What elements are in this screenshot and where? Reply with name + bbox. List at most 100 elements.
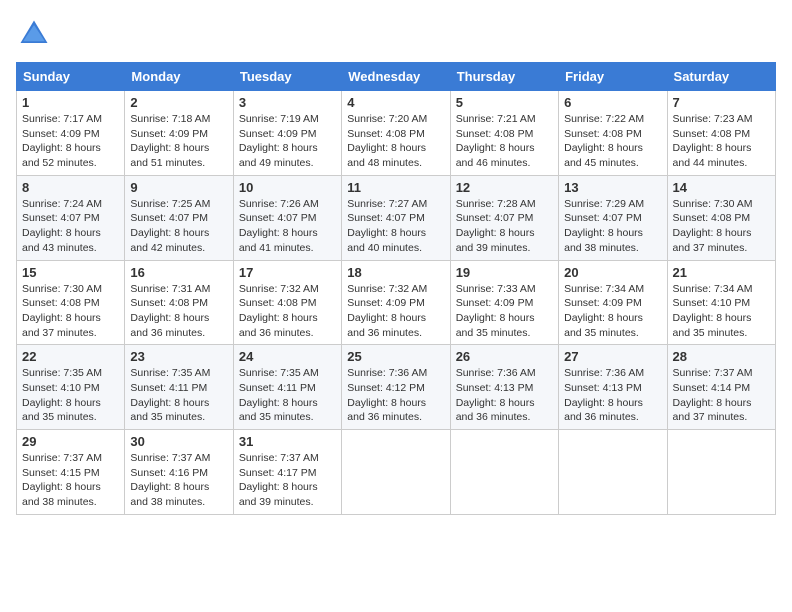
weekday-saturday: Saturday: [667, 63, 775, 91]
calendar-cell: 13 Sunrise: 7:29 AM Sunset: 4:07 PM Dayl…: [559, 175, 667, 260]
calendar-week-3: 15 Sunrise: 7:30 AM Sunset: 4:08 PM Dayl…: [17, 260, 776, 345]
day-number: 12: [456, 180, 553, 195]
calendar-cell: [342, 430, 450, 515]
calendar-week-4: 22 Sunrise: 7:35 AM Sunset: 4:10 PM Dayl…: [17, 345, 776, 430]
calendar-cell: 9 Sunrise: 7:25 AM Sunset: 4:07 PM Dayli…: [125, 175, 233, 260]
day-info: Sunrise: 7:17 AM Sunset: 4:09 PM Dayligh…: [22, 112, 119, 171]
day-number: 7: [673, 95, 770, 110]
day-info: Sunrise: 7:26 AM Sunset: 4:07 PM Dayligh…: [239, 197, 336, 256]
calendar-cell: 26 Sunrise: 7:36 AM Sunset: 4:13 PM Dayl…: [450, 345, 558, 430]
day-number: 11: [347, 180, 444, 195]
calendar-cell: 30 Sunrise: 7:37 AM Sunset: 4:16 PM Dayl…: [125, 430, 233, 515]
day-info: Sunrise: 7:35 AM Sunset: 4:11 PM Dayligh…: [130, 366, 227, 425]
day-number: 9: [130, 180, 227, 195]
calendar-cell: 14 Sunrise: 7:30 AM Sunset: 4:08 PM Dayl…: [667, 175, 775, 260]
day-number: 4: [347, 95, 444, 110]
day-info: Sunrise: 7:19 AM Sunset: 4:09 PM Dayligh…: [239, 112, 336, 171]
calendar-cell: 24 Sunrise: 7:35 AM Sunset: 4:11 PM Dayl…: [233, 345, 341, 430]
page-header: [16, 16, 776, 52]
calendar-cell: 5 Sunrise: 7:21 AM Sunset: 4:08 PM Dayli…: [450, 91, 558, 176]
calendar-cell: [667, 430, 775, 515]
day-info: Sunrise: 7:27 AM Sunset: 4:07 PM Dayligh…: [347, 197, 444, 256]
logo: [16, 16, 56, 52]
day-info: Sunrise: 7:18 AM Sunset: 4:09 PM Dayligh…: [130, 112, 227, 171]
day-number: 24: [239, 349, 336, 364]
calendar-cell: 21 Sunrise: 7:34 AM Sunset: 4:10 PM Dayl…: [667, 260, 775, 345]
day-number: 10: [239, 180, 336, 195]
day-number: 28: [673, 349, 770, 364]
day-info: Sunrise: 7:37 AM Sunset: 4:14 PM Dayligh…: [673, 366, 770, 425]
calendar-cell: 11 Sunrise: 7:27 AM Sunset: 4:07 PM Dayl…: [342, 175, 450, 260]
day-number: 23: [130, 349, 227, 364]
weekday-monday: Monday: [125, 63, 233, 91]
day-number: 17: [239, 265, 336, 280]
day-number: 5: [456, 95, 553, 110]
day-info: Sunrise: 7:36 AM Sunset: 4:13 PM Dayligh…: [456, 366, 553, 425]
day-number: 30: [130, 434, 227, 449]
day-number: 1: [22, 95, 119, 110]
day-info: Sunrise: 7:29 AM Sunset: 4:07 PM Dayligh…: [564, 197, 661, 256]
weekday-tuesday: Tuesday: [233, 63, 341, 91]
calendar-table: SundayMondayTuesdayWednesdayThursdayFrid…: [16, 62, 776, 515]
calendar-cell: 19 Sunrise: 7:33 AM Sunset: 4:09 PM Dayl…: [450, 260, 558, 345]
calendar-week-5: 29 Sunrise: 7:37 AM Sunset: 4:15 PM Dayl…: [17, 430, 776, 515]
day-number: 15: [22, 265, 119, 280]
day-info: Sunrise: 7:30 AM Sunset: 4:08 PM Dayligh…: [673, 197, 770, 256]
calendar-cell: 1 Sunrise: 7:17 AM Sunset: 4:09 PM Dayli…: [17, 91, 125, 176]
calendar-cell: 2 Sunrise: 7:18 AM Sunset: 4:09 PM Dayli…: [125, 91, 233, 176]
calendar-cell: 18 Sunrise: 7:32 AM Sunset: 4:09 PM Dayl…: [342, 260, 450, 345]
day-info: Sunrise: 7:37 AM Sunset: 4:16 PM Dayligh…: [130, 451, 227, 510]
weekday-friday: Friday: [559, 63, 667, 91]
calendar-cell: 22 Sunrise: 7:35 AM Sunset: 4:10 PM Dayl…: [17, 345, 125, 430]
day-number: 14: [673, 180, 770, 195]
day-number: 6: [564, 95, 661, 110]
weekday-wednesday: Wednesday: [342, 63, 450, 91]
calendar-cell: 8 Sunrise: 7:24 AM Sunset: 4:07 PM Dayli…: [17, 175, 125, 260]
calendar-cell: 12 Sunrise: 7:28 AM Sunset: 4:07 PM Dayl…: [450, 175, 558, 260]
calendar-cell: 10 Sunrise: 7:26 AM Sunset: 4:07 PM Dayl…: [233, 175, 341, 260]
calendar-cell: 6 Sunrise: 7:22 AM Sunset: 4:08 PM Dayli…: [559, 91, 667, 176]
day-number: 25: [347, 349, 444, 364]
calendar-cell: 17 Sunrise: 7:32 AM Sunset: 4:08 PM Dayl…: [233, 260, 341, 345]
day-number: 21: [673, 265, 770, 280]
day-info: Sunrise: 7:21 AM Sunset: 4:08 PM Dayligh…: [456, 112, 553, 171]
weekday-thursday: Thursday: [450, 63, 558, 91]
day-info: Sunrise: 7:37 AM Sunset: 4:17 PM Dayligh…: [239, 451, 336, 510]
day-info: Sunrise: 7:35 AM Sunset: 4:10 PM Dayligh…: [22, 366, 119, 425]
day-number: 31: [239, 434, 336, 449]
calendar-cell: 27 Sunrise: 7:36 AM Sunset: 4:13 PM Dayl…: [559, 345, 667, 430]
day-info: Sunrise: 7:36 AM Sunset: 4:12 PM Dayligh…: [347, 366, 444, 425]
day-info: Sunrise: 7:20 AM Sunset: 4:08 PM Dayligh…: [347, 112, 444, 171]
day-info: Sunrise: 7:30 AM Sunset: 4:08 PM Dayligh…: [22, 282, 119, 341]
calendar-cell: 7 Sunrise: 7:23 AM Sunset: 4:08 PM Dayli…: [667, 91, 775, 176]
calendar-week-2: 8 Sunrise: 7:24 AM Sunset: 4:07 PM Dayli…: [17, 175, 776, 260]
logo-icon: [16, 16, 52, 52]
day-number: 3: [239, 95, 336, 110]
day-number: 27: [564, 349, 661, 364]
calendar-cell: 25 Sunrise: 7:36 AM Sunset: 4:12 PM Dayl…: [342, 345, 450, 430]
day-info: Sunrise: 7:22 AM Sunset: 4:08 PM Dayligh…: [564, 112, 661, 171]
day-info: Sunrise: 7:32 AM Sunset: 4:09 PM Dayligh…: [347, 282, 444, 341]
day-info: Sunrise: 7:34 AM Sunset: 4:09 PM Dayligh…: [564, 282, 661, 341]
day-info: Sunrise: 7:33 AM Sunset: 4:09 PM Dayligh…: [456, 282, 553, 341]
weekday-sunday: Sunday: [17, 63, 125, 91]
day-info: Sunrise: 7:24 AM Sunset: 4:07 PM Dayligh…: [22, 197, 119, 256]
calendar-cell: 15 Sunrise: 7:30 AM Sunset: 4:08 PM Dayl…: [17, 260, 125, 345]
calendar-cell: 23 Sunrise: 7:35 AM Sunset: 4:11 PM Dayl…: [125, 345, 233, 430]
calendar-cell: 29 Sunrise: 7:37 AM Sunset: 4:15 PM Dayl…: [17, 430, 125, 515]
day-number: 22: [22, 349, 119, 364]
day-number: 8: [22, 180, 119, 195]
day-number: 19: [456, 265, 553, 280]
calendar-cell: [450, 430, 558, 515]
calendar-cell: 28 Sunrise: 7:37 AM Sunset: 4:14 PM Dayl…: [667, 345, 775, 430]
day-info: Sunrise: 7:25 AM Sunset: 4:07 PM Dayligh…: [130, 197, 227, 256]
day-number: 13: [564, 180, 661, 195]
calendar-cell: 31 Sunrise: 7:37 AM Sunset: 4:17 PM Dayl…: [233, 430, 341, 515]
day-number: 26: [456, 349, 553, 364]
day-number: 29: [22, 434, 119, 449]
day-info: Sunrise: 7:34 AM Sunset: 4:10 PM Dayligh…: [673, 282, 770, 341]
calendar-cell: 16 Sunrise: 7:31 AM Sunset: 4:08 PM Dayl…: [125, 260, 233, 345]
day-info: Sunrise: 7:37 AM Sunset: 4:15 PM Dayligh…: [22, 451, 119, 510]
weekday-header-row: SundayMondayTuesdayWednesdayThursdayFrid…: [17, 63, 776, 91]
day-number: 18: [347, 265, 444, 280]
